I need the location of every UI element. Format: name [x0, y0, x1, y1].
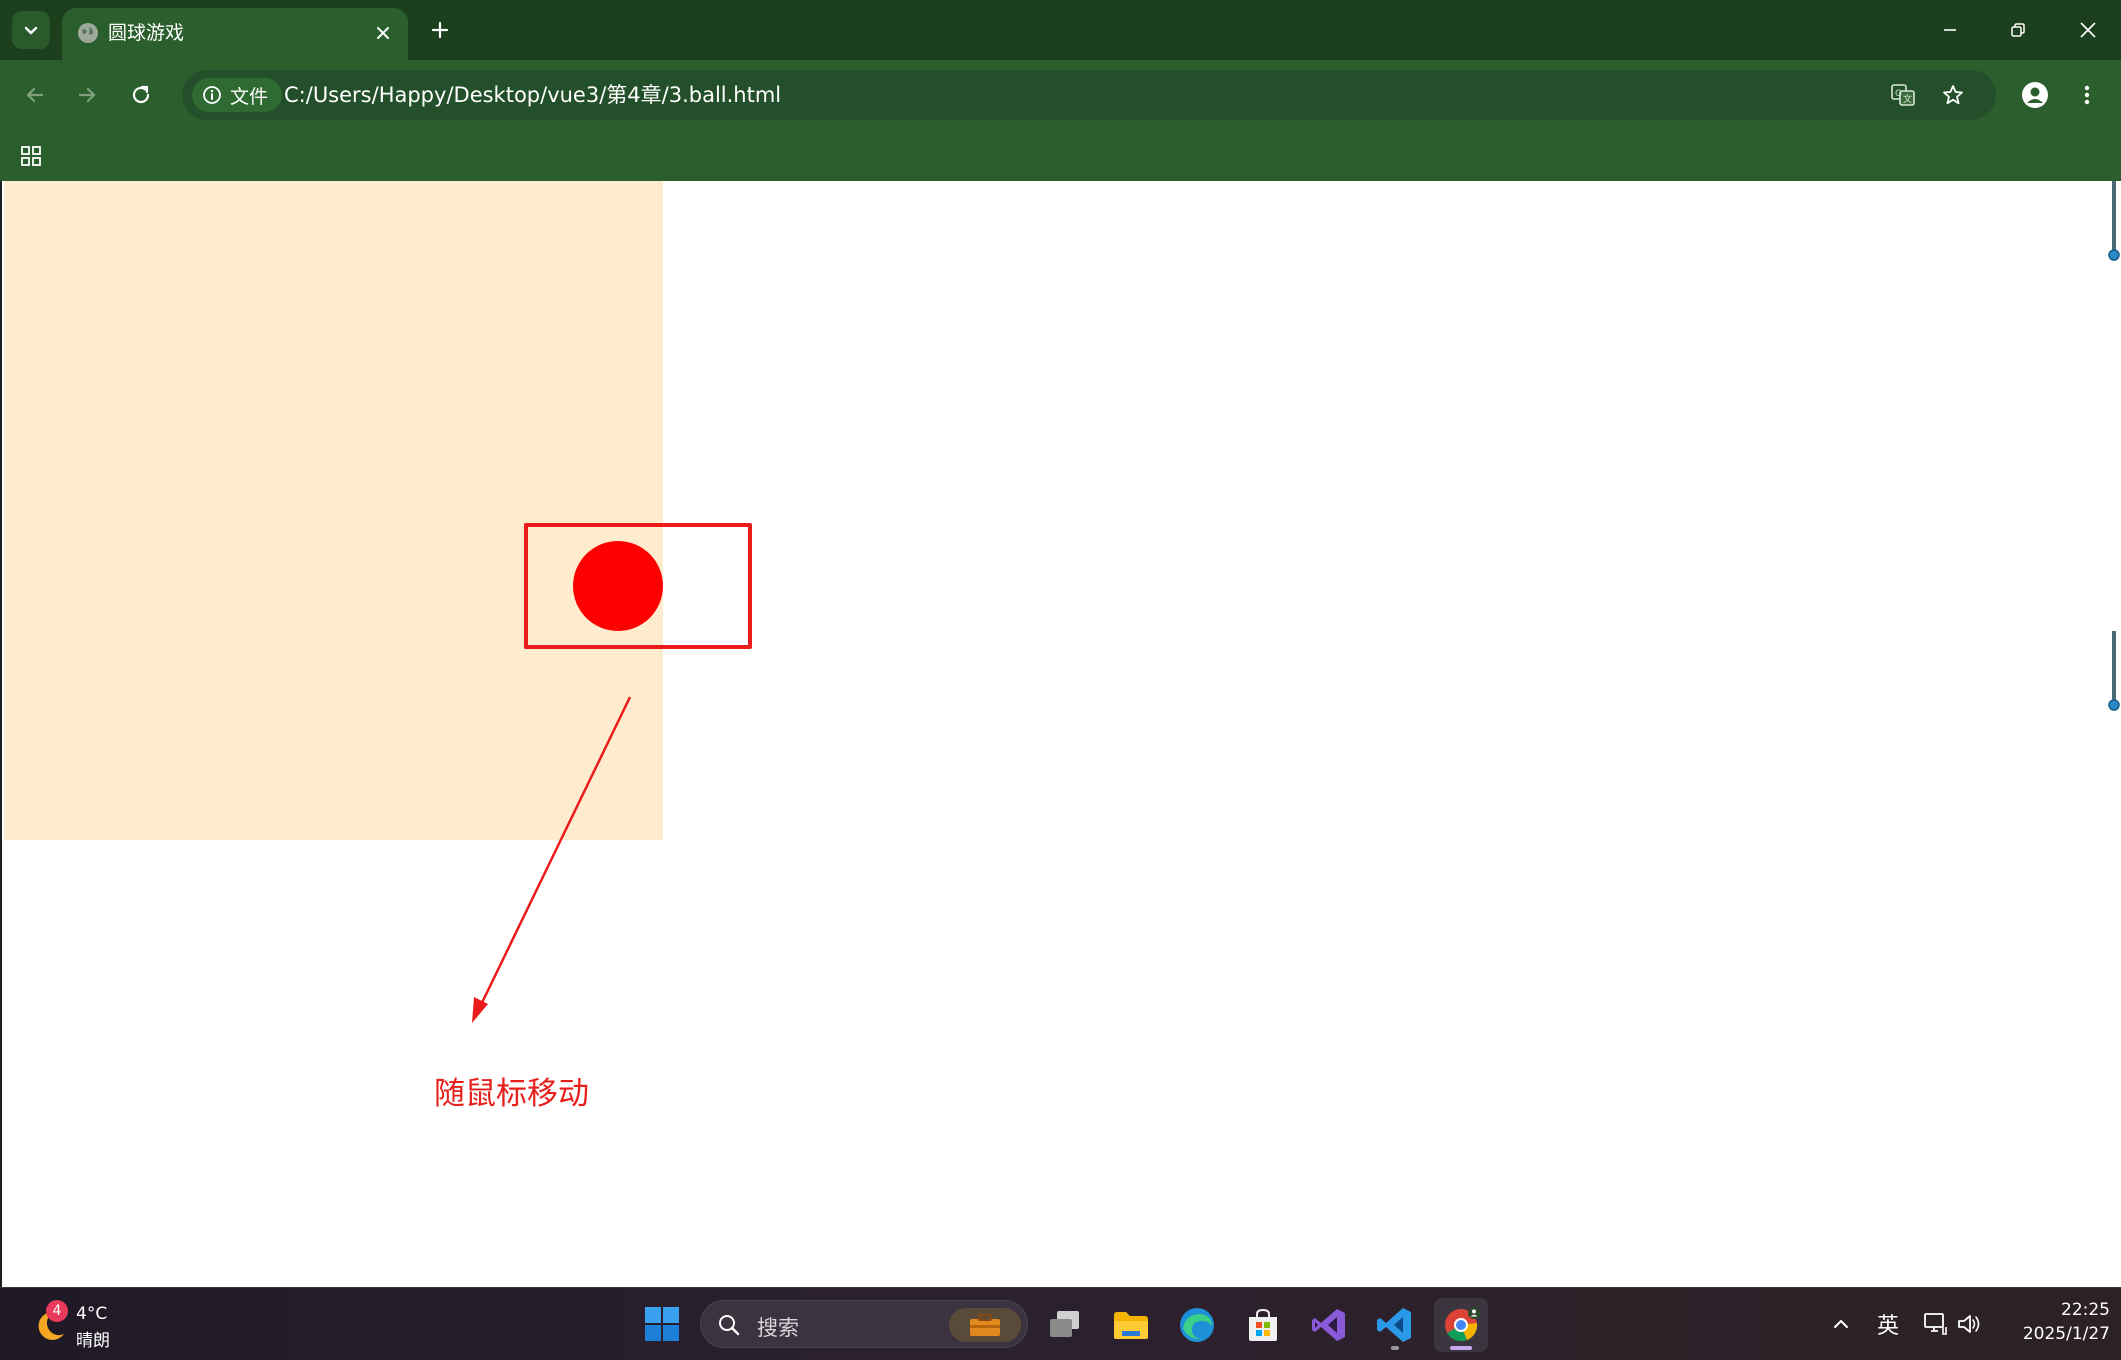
- back-button[interactable]: [14, 74, 56, 116]
- translate-button[interactable]: G 文: [1886, 78, 1920, 112]
- info-icon: [203, 86, 221, 104]
- plus-icon: [431, 21, 449, 39]
- speaker-icon: [1958, 1315, 1980, 1333]
- tray-overflow-button[interactable]: [1826, 1306, 1856, 1342]
- volume-button[interactable]: [1952, 1306, 1986, 1342]
- task-view-icon: [1050, 1311, 1079, 1337]
- taskbar-chrome[interactable]: [1434, 1298, 1488, 1352]
- visual-studio-icon: [1312, 1309, 1345, 1341]
- taskbar-store[interactable]: [1236, 1298, 1290, 1352]
- chevron-down-icon: [24, 26, 38, 35]
- tab-active[interactable]: 圆球游戏: [62, 8, 408, 60]
- arrow-right-icon: [78, 87, 96, 103]
- arrow-left-icon: [26, 87, 44, 103]
- windows-taskbar: 4 4°C 晴朗 搜索 英 22:25 2025/1/27: [0, 1287, 2121, 1360]
- bookmark-star-button[interactable]: [1936, 78, 1970, 112]
- weather-temperature: 4°C: [76, 1304, 108, 1324]
- start-button[interactable]: [640, 1302, 684, 1346]
- taskbar-edge[interactable]: [1170, 1298, 1224, 1352]
- system-clock[interactable]: 22:25 2025/1/27: [2000, 1298, 2110, 1346]
- forward-button[interactable]: [66, 74, 108, 116]
- search-icon: [719, 1315, 740, 1336]
- star-icon: [1943, 85, 1963, 105]
- briefcase-icon: [970, 1314, 1000, 1336]
- reload-button[interactable]: [120, 74, 162, 116]
- taskbar-visual-studio[interactable]: [1302, 1298, 1356, 1352]
- restore-button[interactable]: [1994, 10, 2042, 50]
- tab-title: 圆球游戏: [108, 22, 185, 44]
- network-icon: [1924, 1313, 1947, 1335]
- tab-close-button[interactable]: [370, 20, 396, 46]
- globe-icon: [78, 23, 98, 43]
- store-icon: [1249, 1308, 1277, 1341]
- edge-browser-icon: [1180, 1308, 1214, 1342]
- clock-date: 2025/1/27: [2022, 1324, 2110, 1344]
- close-icon: [2080, 22, 2096, 38]
- close-window-button[interactable]: [2064, 10, 2112, 50]
- weather-description: 晴朗: [76, 1331, 110, 1351]
- svg-text:G: G: [1895, 89, 1902, 99]
- site-info-label: 文件: [230, 85, 269, 108]
- apps-grid-icon: [21, 146, 41, 166]
- taskbar-vscode[interactable]: [1368, 1298, 1422, 1352]
- apps-button[interactable]: [14, 139, 48, 173]
- address-bar[interactable]: 文件 C:/Users/Happy/Desktop/vue3/第4章/3.bal…: [182, 70, 1996, 120]
- annotation-box: [524, 523, 752, 649]
- minimize-icon: [1944, 29, 1956, 31]
- game-play-area[interactable]: [4, 181, 663, 840]
- close-icon: [377, 27, 389, 39]
- scroll-marker: [2108, 631, 2120, 711]
- menu-button[interactable]: [2066, 74, 2108, 116]
- url-text[interactable]: C:/Users/Happy/Desktop/vue3/第4章/3.ball.h…: [284, 82, 781, 108]
- input-language-indicator[interactable]: 英: [1870, 1306, 1906, 1342]
- folder-icon: [1114, 1312, 1148, 1339]
- network-button[interactable]: [1918, 1306, 1952, 1342]
- search-placeholder: 搜索: [757, 1316, 799, 1340]
- profile-button[interactable]: [2014, 74, 2056, 116]
- svg-text:文: 文: [1903, 93, 1912, 105]
- annotation-text: 随鼠标移动: [434, 1076, 589, 1112]
- taskbar-task-view[interactable]: [1038, 1298, 1092, 1352]
- restore-icon: [2011, 23, 2025, 37]
- new-tab-button[interactable]: [424, 14, 456, 46]
- avatar-icon: [2022, 82, 2048, 108]
- site-info-chip[interactable]: 文件: [192, 78, 283, 112]
- running-indicator: [1391, 1346, 1399, 1350]
- scroll-marker: [2108, 181, 2120, 261]
- tab-search-button[interactable]: [12, 11, 50, 49]
- chrome-icon: [1445, 1307, 1480, 1342]
- windows-logo-icon: [645, 1307, 679, 1341]
- bookmarks-bar: [0, 129, 2121, 181]
- taskbar-file-explorer[interactable]: [1104, 1298, 1158, 1352]
- vscode-icon: [1377, 1308, 1411, 1342]
- browser-toolbar: 文件 C:/Users/Happy/Desktop/vue3/第4章/3.bal…: [0, 60, 2121, 129]
- clock-time: 22:25: [2061, 1300, 2110, 1320]
- reload-icon: [132, 85, 150, 104]
- search-highlight[interactable]: [949, 1308, 1021, 1342]
- chevron-up-icon: [1834, 1319, 1848, 1328]
- translate-icon: G 文: [1891, 84, 1915, 106]
- weather-widget[interactable]: 4 4°C 晴朗: [26, 1300, 136, 1351]
- page-viewport[interactable]: 随鼠标移动: [0, 181, 2121, 1287]
- active-indicator: [1450, 1346, 1472, 1350]
- weather-badge: 4: [46, 1300, 68, 1322]
- minimize-button[interactable]: [1926, 10, 1974, 50]
- tab-strip: 圆球游戏: [0, 0, 2121, 60]
- taskbar-search[interactable]: 搜索: [700, 1300, 1028, 1348]
- kebab-menu-icon: [2084, 85, 2090, 105]
